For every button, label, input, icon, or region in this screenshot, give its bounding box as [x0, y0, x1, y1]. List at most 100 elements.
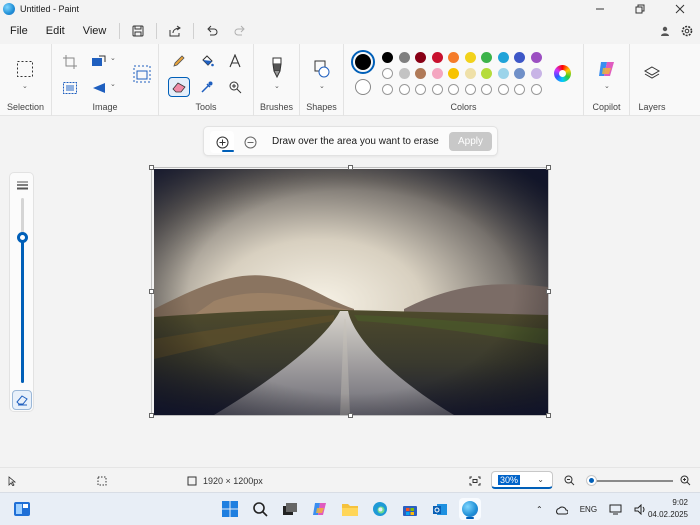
custom-color-slot[interactable]	[382, 84, 393, 95]
resize-handle-left[interactable]	[149, 289, 154, 294]
chevron-down-icon[interactable]: ⌄	[22, 82, 28, 90]
menu-file[interactable]: File	[0, 17, 37, 44]
brush-size-thumb[interactable]	[17, 232, 28, 243]
palette-color-swatch[interactable]	[531, 68, 542, 79]
primary-color-button[interactable]	[351, 50, 375, 74]
search-button[interactable]	[249, 498, 271, 520]
menu-view[interactable]: View	[74, 17, 116, 44]
rotate-button[interactable]	[90, 80, 108, 96]
palette-color-swatch[interactable]	[415, 68, 426, 79]
palette-color-swatch[interactable]	[448, 52, 459, 63]
custom-color-slot[interactable]	[415, 84, 426, 95]
minimize-button[interactable]	[580, 0, 620, 17]
palette-color-swatch[interactable]	[448, 68, 459, 79]
language-indicator[interactable]: ENG	[580, 505, 597, 514]
resize-handle-bottom-right[interactable]	[546, 413, 551, 418]
custom-color-slot[interactable]	[498, 84, 509, 95]
chevron-down-icon[interactable]: ⌄	[110, 80, 116, 88]
custom-color-slot[interactable]	[432, 84, 443, 95]
remove-background-button[interactable]	[62, 80, 78, 96]
edge-button[interactable]	[369, 498, 391, 520]
resize-button[interactable]	[90, 54, 108, 70]
file-explorer-button[interactable]	[339, 498, 361, 520]
chevron-down-icon[interactable]: ⌄	[319, 82, 325, 90]
chevron-down-icon[interactable]: ⌄	[274, 82, 280, 90]
resize-handle-top[interactable]	[348, 165, 353, 170]
palette-color-swatch[interactable]	[399, 68, 410, 79]
chevron-down-icon[interactable]: ⌄	[604, 82, 610, 90]
task-view-button[interactable]	[279, 498, 301, 520]
fill-button[interactable]	[196, 52, 218, 70]
clock[interactable]: 9:02 04.02.2025	[648, 497, 688, 521]
palette-color-swatch[interactable]	[432, 68, 443, 79]
outlook-button[interactable]	[429, 498, 451, 520]
store-button[interactable]	[399, 498, 421, 520]
text-button[interactable]	[224, 52, 246, 70]
close-button[interactable]	[660, 0, 700, 17]
onedrive-cloud-icon[interactable]	[555, 505, 568, 515]
palette-color-swatch[interactable]	[481, 68, 492, 79]
share-button[interactable]	[161, 17, 189, 44]
resize-handle-top-right[interactable]	[546, 165, 551, 170]
edit-colors-button[interactable]	[554, 65, 571, 82]
brushes-button[interactable]	[267, 56, 287, 80]
network-icon[interactable]	[609, 504, 622, 515]
zoom-slider-track[interactable]	[591, 480, 673, 482]
zoom-out-button[interactable]	[564, 468, 575, 493]
custom-color-slot[interactable]	[465, 84, 476, 95]
crop-button[interactable]	[62, 54, 78, 70]
resize-handle-top-left[interactable]	[149, 165, 154, 170]
secondary-color-swatch[interactable]	[355, 79, 371, 95]
remove-area-button[interactable]	[238, 131, 262, 153]
widgets-button[interactable]	[11, 498, 33, 520]
magnifier-button[interactable]	[224, 78, 246, 96]
menu-edit[interactable]: Edit	[37, 17, 74, 44]
eraser-button[interactable]	[168, 77, 190, 97]
start-button[interactable]	[219, 498, 241, 520]
palette-color-swatch[interactable]	[498, 68, 509, 79]
undo-button[interactable]	[198, 17, 226, 44]
palette-color-swatch[interactable]	[531, 52, 542, 63]
custom-color-slot[interactable]	[448, 84, 459, 95]
zoom-in-button[interactable]	[680, 468, 691, 493]
resize-handle-bottom-left[interactable]	[149, 413, 154, 418]
save-button[interactable]	[124, 17, 152, 44]
layers-button[interactable]	[642, 64, 662, 82]
palette-color-swatch[interactable]	[382, 68, 393, 79]
copilot-button[interactable]	[596, 59, 618, 79]
zoom-slider-thumb[interactable]	[587, 476, 596, 485]
resize-handle-right[interactable]	[546, 289, 551, 294]
custom-color-slot[interactable]	[399, 84, 410, 95]
image-creator-button[interactable]	[132, 64, 152, 84]
palette-color-swatch[interactable]	[382, 52, 393, 63]
palette-color-swatch[interactable]	[481, 52, 492, 63]
canvas-image[interactable]	[154, 169, 548, 415]
fit-to-window-button[interactable]	[469, 468, 481, 493]
show-hidden-icons-chevron-icon[interactable]: ⌃	[536, 505, 543, 514]
palette-color-swatch[interactable]	[415, 52, 426, 63]
palette-color-swatch[interactable]	[514, 52, 525, 63]
selection-tool-button[interactable]	[14, 58, 36, 80]
zoom-dropdown[interactable]: 30% ⌄	[491, 471, 553, 489]
chevron-down-icon[interactable]: ⌄	[110, 54, 116, 62]
custom-color-slot[interactable]	[531, 84, 542, 95]
palette-color-swatch[interactable]	[465, 52, 476, 63]
paint-taskbar-button[interactable]	[459, 498, 481, 520]
palette-color-swatch[interactable]	[399, 52, 410, 63]
palette-color-swatch[interactable]	[465, 68, 476, 79]
resize-handle-bottom[interactable]	[348, 413, 353, 418]
volume-icon[interactable]	[634, 504, 647, 515]
eraser-mode-button[interactable]	[12, 390, 32, 410]
settings-gear-icon[interactable]	[680, 24, 694, 38]
pencil-button[interactable]	[168, 52, 190, 70]
custom-color-slot[interactable]	[514, 84, 525, 95]
shapes-button[interactable]	[311, 58, 333, 80]
add-area-button[interactable]	[210, 131, 234, 153]
restore-button[interactable]	[620, 0, 660, 17]
palette-color-swatch[interactable]	[514, 68, 525, 79]
palette-color-swatch[interactable]	[432, 52, 443, 63]
color-picker-button[interactable]	[196, 78, 218, 96]
account-icon[interactable]	[658, 24, 672, 38]
canvas[interactable]	[151, 167, 549, 416]
apply-button[interactable]: Apply	[449, 132, 492, 151]
